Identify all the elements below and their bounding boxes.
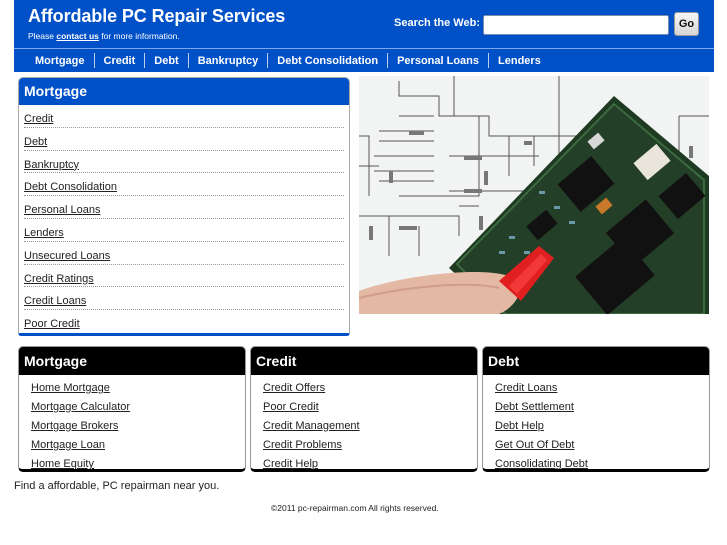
sidebar-link-credit[interactable]: Credit xyxy=(24,113,53,125)
list-item: Credit Management xyxy=(263,415,477,434)
sidebar-item: Credit Loans xyxy=(24,287,344,311)
link-debt-settlement[interactable]: Debt Settlement xyxy=(495,401,574,413)
tagline-prefix: Please xyxy=(28,31,57,41)
nav-item-debt-consolidation[interactable]: Debt Consolidation xyxy=(268,53,387,69)
sidebar-item: Debt xyxy=(24,128,344,151)
search-label: Search the Web: xyxy=(394,17,480,29)
credit-box-title: Credit xyxy=(251,347,477,375)
link-credit-offers[interactable]: Credit Offers xyxy=(263,382,325,394)
footer-tagline: Find a affordable, PC repairman near you… xyxy=(14,480,220,492)
sidebar-list: Credit Debt Bankruptcy Debt Consolidatio… xyxy=(19,105,349,333)
link-get-out-of-debt[interactable]: Get Out Of Debt xyxy=(495,439,574,451)
nav-item-mortgage[interactable]: Mortgage xyxy=(26,53,94,69)
list-item: Credit Problems xyxy=(263,434,477,453)
nav-item-debt[interactable]: Debt xyxy=(145,53,187,69)
main-nav: Mortgage Credit Debt Bankruptcy Debt Con… xyxy=(14,48,714,72)
link-credit-loans[interactable]: Credit Loans xyxy=(495,382,557,394)
debt-box-title: Debt xyxy=(483,347,709,375)
link-credit-help[interactable]: Credit Help xyxy=(263,458,318,469)
go-button[interactable]: Go xyxy=(674,12,699,36)
site-header: Affordable PC Repair Services Please con… xyxy=(14,0,714,72)
sidebar-link-bankruptcy[interactable]: Bankruptcy xyxy=(24,159,79,171)
sidebar-item: Lenders xyxy=(24,219,344,242)
nav-item-bankruptcy[interactable]: Bankruptcy xyxy=(189,53,268,69)
nav-item-personal-loans[interactable]: Personal Loans xyxy=(388,53,488,69)
header-tagline: Please contact us for more information. xyxy=(28,31,180,41)
sidebar-item: Credit xyxy=(24,105,344,128)
copyright-notice: ©2011 pc-repairman.com All rights reserv… xyxy=(271,503,439,513)
list-item: Home Equity xyxy=(31,453,245,469)
sidebar-link-lenders[interactable]: Lenders xyxy=(24,227,64,239)
nav-item-lenders[interactable]: Lenders xyxy=(489,53,550,69)
sidebar-link-personal-loans[interactable]: Personal Loans xyxy=(24,204,100,216)
list-item: Mortgage Brokers xyxy=(31,415,245,434)
sidebar-item: Unsecured Loans xyxy=(24,242,344,265)
list-item: Mortgage Loan xyxy=(31,434,245,453)
link-home-mortgage[interactable]: Home Mortgage xyxy=(31,382,110,394)
link-mortgage-loan[interactable]: Mortgage Loan xyxy=(31,439,105,451)
contact-us-link[interactable]: contact us xyxy=(56,31,99,41)
link-mortgage-brokers[interactable]: Mortgage Brokers xyxy=(31,420,118,432)
link-credit-problems[interactable]: Credit Problems xyxy=(263,439,342,451)
sidebar-links-box: Mortgage Credit Debt Bankruptcy Debt Con… xyxy=(18,77,350,336)
sidebar-link-debt[interactable]: Debt xyxy=(24,136,47,148)
list-item: Poor Credit xyxy=(263,396,477,415)
sidebar-link-debt-consolidation[interactable]: Debt Consolidation xyxy=(24,181,117,193)
debt-links-box: Debt Credit Loans Debt Settlement Debt H… xyxy=(482,346,710,472)
hero-image xyxy=(359,76,709,314)
list-item: Debt Settlement xyxy=(495,396,709,415)
search-input[interactable] xyxy=(483,15,669,35)
sidebar-link-credit-loans[interactable]: Credit Loans xyxy=(24,295,86,307)
list-item: Credit Offers xyxy=(263,377,477,396)
sidebar-item: Poor Credit xyxy=(24,310,344,333)
link-poor-credit[interactable]: Poor Credit xyxy=(263,401,319,413)
credit-links-box: Credit Credit Offers Poor Credit Credit … xyxy=(250,346,478,472)
credit-links-list: Credit Offers Poor Credit Credit Managem… xyxy=(251,375,477,469)
sidebar-link-poor-credit[interactable]: Poor Credit xyxy=(24,318,80,330)
sidebar-item: Personal Loans xyxy=(24,196,344,219)
link-debt-help[interactable]: Debt Help xyxy=(495,420,544,432)
circuit-board-illustration xyxy=(359,76,709,314)
list-item: Mortgage Calculator xyxy=(31,396,245,415)
sidebar-title: Mortgage xyxy=(19,78,349,105)
mortgage-links-box: Mortgage Home Mortgage Mortgage Calculat… xyxy=(18,346,246,472)
sidebar-item: Debt Consolidation xyxy=(24,173,344,197)
link-home-equity[interactable]: Home Equity xyxy=(31,458,94,469)
tagline-suffix: for more information. xyxy=(98,31,180,41)
mortgage-box-title: Mortgage xyxy=(19,347,245,375)
list-item: Home Mortgage xyxy=(31,377,245,396)
sidebar-link-credit-ratings[interactable]: Credit Ratings xyxy=(24,273,94,285)
sidebar-link-unsecured-loans[interactable]: Unsecured Loans xyxy=(24,250,110,262)
sidebar-item: Credit Ratings xyxy=(24,265,344,288)
list-item: Debt Help xyxy=(495,415,709,434)
nav-item-credit[interactable]: Credit xyxy=(95,53,145,69)
list-item: Consolidating Debt xyxy=(495,453,709,469)
site-title: Affordable PC Repair Services xyxy=(28,6,286,26)
debt-links-list: Credit Loans Debt Settlement Debt Help G… xyxy=(483,375,709,469)
link-credit-management[interactable]: Credit Management xyxy=(263,420,360,432)
list-item: Get Out Of Debt xyxy=(495,434,709,453)
link-mortgage-calculator[interactable]: Mortgage Calculator xyxy=(31,401,130,413)
link-consolidating-debt[interactable]: Consolidating Debt xyxy=(495,458,588,469)
mortgage-links-list: Home Mortgage Mortgage Calculator Mortga… xyxy=(19,375,245,469)
list-item: Credit Help xyxy=(263,453,477,469)
sidebar-item: Bankruptcy xyxy=(24,151,344,174)
list-item: Credit Loans xyxy=(495,377,709,396)
